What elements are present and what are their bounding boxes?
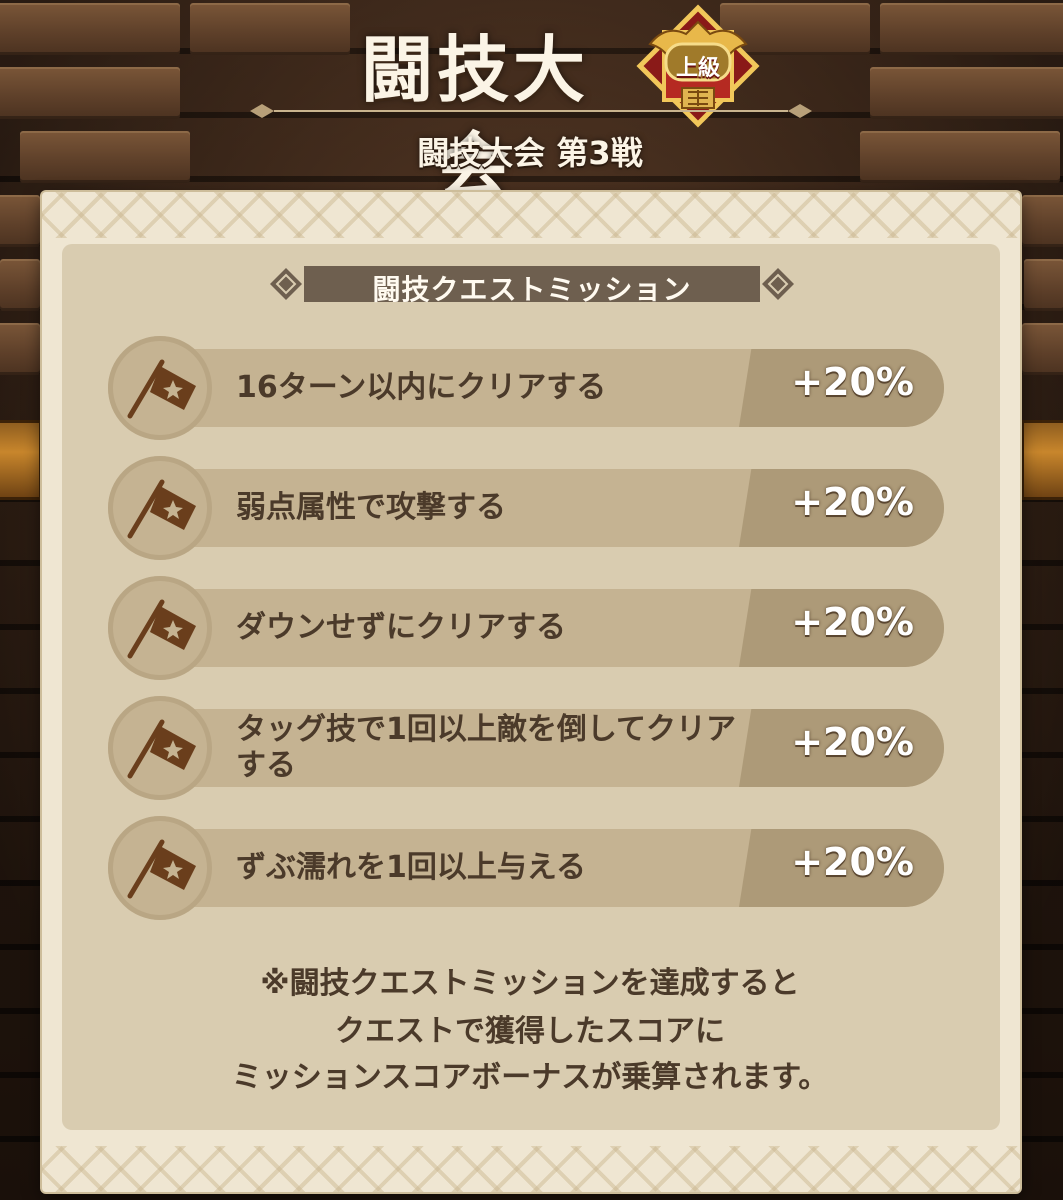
flag-icon bbox=[127, 359, 196, 419]
section-header: 闘技クエストミッション bbox=[268, 264, 796, 306]
page-title: 闘技大会 bbox=[360, 28, 589, 208]
mission-bonus: +20% bbox=[791, 600, 914, 644]
page-subtitle: 闘技大会 第3戦 bbox=[417, 134, 643, 172]
note-line-1: ※闘技クエストミッションを達成すると bbox=[260, 966, 800, 1001]
mission-bonus: +20% bbox=[791, 840, 914, 884]
mission-text: タッグ技で1回以上敵を倒してクリアする bbox=[236, 712, 736, 783]
mission-text: 弱点属性で攻撃する bbox=[236, 490, 506, 525]
note-line-2: クエストで獲得したスコアに bbox=[335, 1014, 725, 1049]
mission-text: ずぶ濡れを1回以上与える bbox=[236, 850, 586, 885]
panel-bottom-border bbox=[42, 1146, 1020, 1192]
panel-top-border bbox=[42, 192, 1020, 238]
rank-badge-label: 上級 bbox=[675, 56, 720, 81]
mission-bonus: +20% bbox=[791, 480, 914, 524]
mission-row: ずぶ濡れを1回以上与える +20% bbox=[108, 816, 944, 920]
mission-text: ダウンせずにクリアする bbox=[236, 610, 566, 645]
mission-bonus: +20% bbox=[791, 360, 914, 404]
flag-icon bbox=[127, 719, 196, 779]
flag-icon bbox=[127, 479, 196, 539]
flag-icon bbox=[127, 839, 196, 899]
mission-text: 16ターン以内にクリアする bbox=[236, 370, 607, 405]
mission-bonus: +20% bbox=[791, 720, 914, 764]
mission-row: ダウンせずにクリアする +20% bbox=[108, 576, 944, 680]
mission-row: タッグ技で1回以上敵を倒してクリアする +20% bbox=[108, 696, 944, 800]
header-divider bbox=[250, 104, 812, 118]
mission-row: 弱点属性で攻撃する +20% bbox=[108, 456, 944, 560]
mission-row: 16ターン以内にクリアする +20% bbox=[108, 336, 944, 440]
note-line-3: ミッションスコアボーナスが乗算されます。 bbox=[231, 1060, 829, 1095]
section-title: 闘技クエストミッション bbox=[372, 273, 692, 306]
flag-icon bbox=[127, 599, 196, 659]
